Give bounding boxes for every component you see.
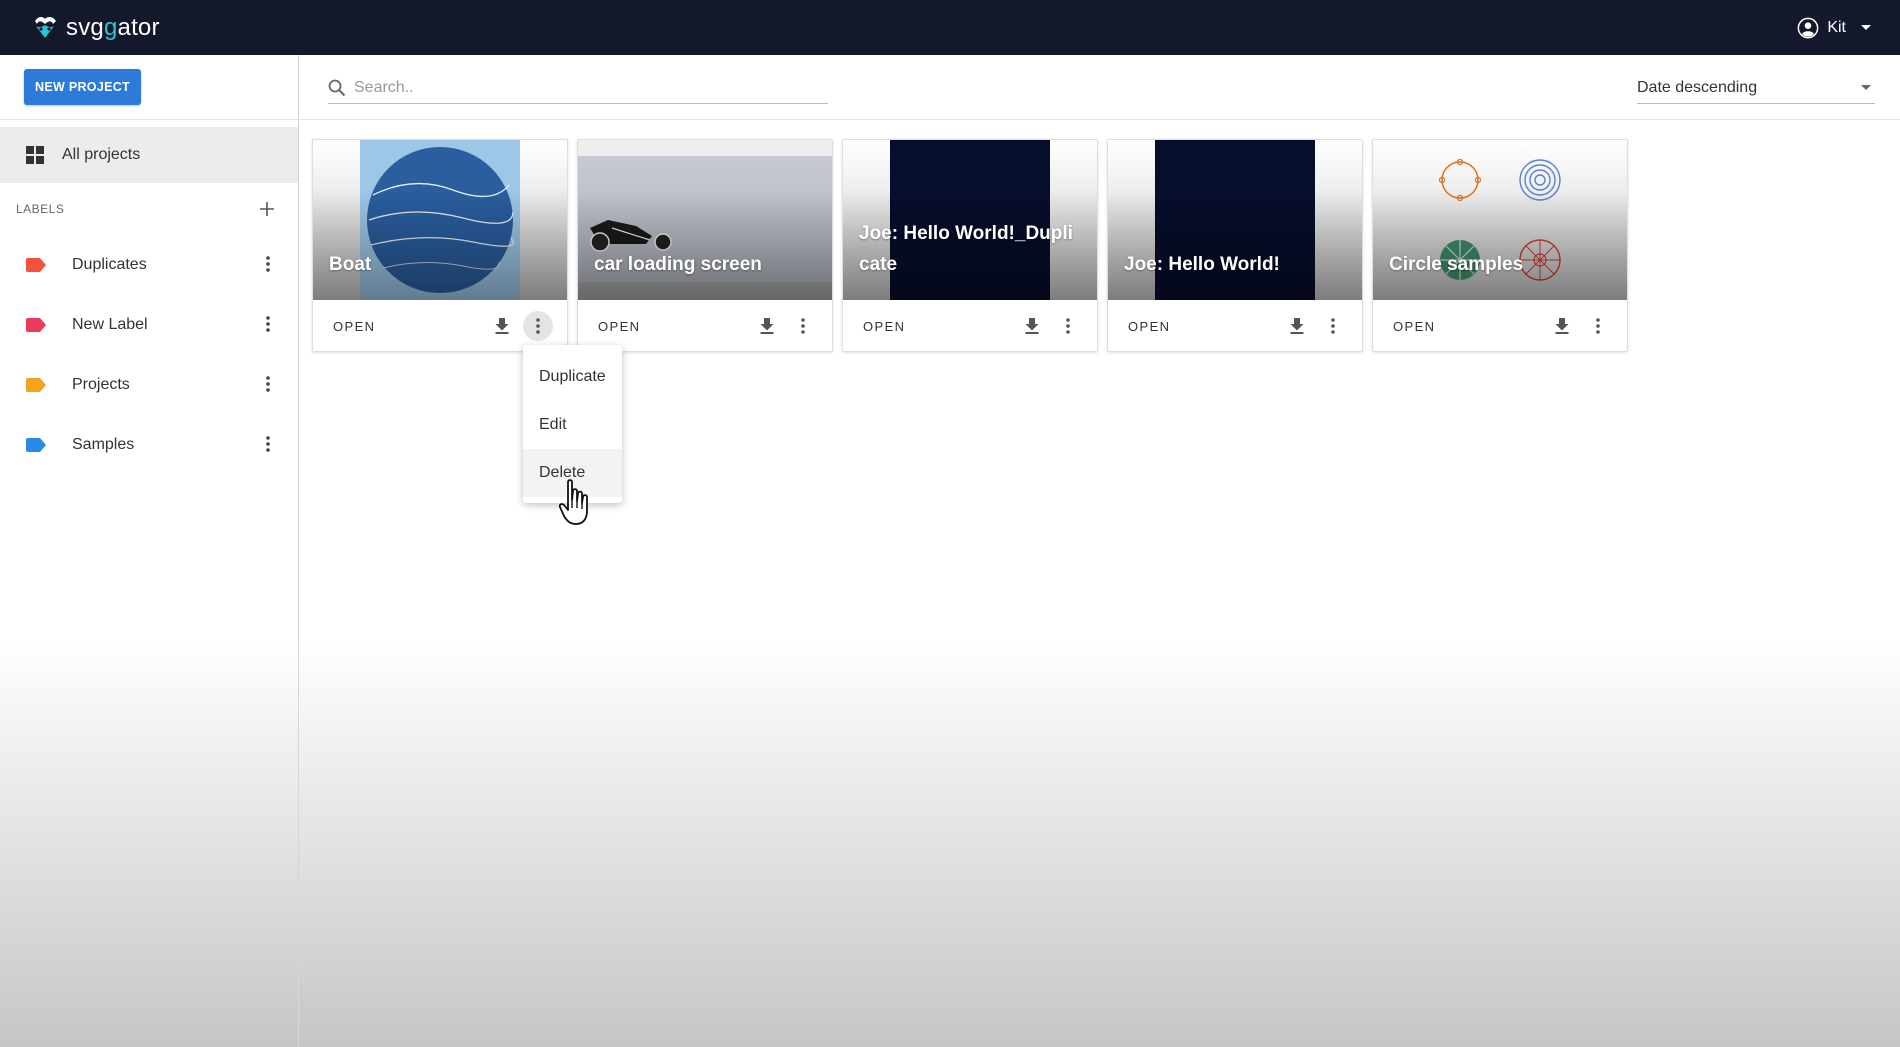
download-button[interactable] (1547, 311, 1577, 341)
sidebar-item-label: All projects (62, 146, 141, 163)
hand-pointer-icon (558, 479, 588, 525)
more-options-button[interactable] (1053, 311, 1083, 341)
sidebar-label-samples[interactable]: Samples (0, 415, 298, 475)
caret-down-icon (1861, 84, 1871, 90)
more-vert-icon[interactable] (266, 316, 270, 332)
search-icon (328, 79, 346, 96)
account-circle-icon (1797, 17, 1819, 38)
download-icon (495, 318, 509, 334)
project-thumbnail[interactable]: Joe: Hello World!_Duplicate (843, 140, 1097, 300)
sidebar-header: NEW PROJECT (0, 55, 298, 120)
sidebar-label-new-label[interactable]: New Label (0, 295, 298, 355)
labels-section-header: LABELS (0, 183, 298, 235)
search-input[interactable] (354, 78, 814, 97)
download-button[interactable] (1282, 311, 1312, 341)
sidebar-label-text: Projects (72, 376, 130, 393)
label-tag-icon (26, 258, 46, 272)
project-title: Boat (329, 254, 372, 275)
more-options-button[interactable] (523, 311, 553, 341)
label-tag-icon (26, 318, 46, 332)
more-vert-icon[interactable] (266, 436, 270, 452)
card-actions: OPEN (1373, 300, 1627, 351)
project-thumbnail[interactable]: car loading screen (578, 140, 832, 300)
more-options-button[interactable] (1318, 311, 1348, 341)
sort-value: Date descending (1637, 78, 1758, 96)
project-thumbnail[interactable]: Joe: Hello World! (1108, 140, 1362, 300)
logo-text: svggator (66, 13, 160, 41)
more-options-button[interactable] (1583, 311, 1613, 341)
new-project-button[interactable]: NEW PROJECT (24, 69, 141, 105)
project-card-circle-samples[interactable]: Circle samples OPEN (1372, 139, 1628, 352)
sidebar-label-duplicates[interactable]: Duplicates (0, 235, 298, 295)
download-button[interactable] (752, 311, 782, 341)
svgator-logo[interactable]: svggator (30, 14, 160, 42)
open-button[interactable]: OPEN (333, 319, 375, 334)
projects-grid: Boat OPEN car loading screen OPEN Joe: H… (312, 139, 1628, 352)
open-button[interactable]: OPEN (863, 319, 905, 334)
download-icon (760, 318, 774, 334)
open-button[interactable]: OPEN (1393, 319, 1435, 334)
project-thumbnail[interactable]: Boat (313, 140, 567, 300)
more-vert-icon (801, 318, 805, 334)
more-vert-icon (1066, 318, 1070, 334)
menu-item-duplicate[interactable]: Duplicate (523, 353, 622, 401)
more-vert-icon[interactable] (266, 376, 270, 392)
more-vert-icon (1596, 318, 1600, 334)
projects-toolbar: Date descending (300, 55, 1900, 120)
open-button[interactable]: OPEN (598, 319, 640, 334)
download-icon (1025, 318, 1039, 334)
add-label-button[interactable] (260, 197, 274, 221)
sidebar-item-all-projects[interactable]: All projects (0, 127, 298, 183)
more-vert-icon[interactable] (266, 256, 270, 272)
project-title: car loading screen (594, 254, 762, 275)
project-card-car-loading-screen[interactable]: car loading screen OPEN (577, 139, 833, 352)
download-icon (1555, 318, 1569, 334)
more-vert-icon (1331, 318, 1335, 334)
open-button[interactable]: OPEN (1128, 319, 1170, 334)
user-menu[interactable]: Kit (1797, 17, 1872, 39)
project-title: Circle samples (1389, 254, 1524, 275)
card-actions: OPEN (843, 300, 1097, 351)
sidebar-label-text: New Label (72, 316, 148, 333)
grid-icon (26, 146, 44, 164)
label-tag-icon (26, 378, 46, 392)
sidebar-label-projects[interactable]: Projects (0, 355, 298, 415)
project-title: Joe: Hello World! (1124, 254, 1280, 275)
sort-select[interactable]: Date descending (1637, 72, 1875, 104)
download-button[interactable] (487, 311, 517, 341)
sidebar-label-text: Duplicates (72, 256, 147, 273)
label-tag-icon (26, 438, 46, 452)
user-name: Kit (1827, 18, 1846, 36)
plus-icon (260, 202, 274, 216)
project-card-boat[interactable]: Boat OPEN (312, 139, 568, 352)
project-card-joe-hello-world-duplicate[interactable]: Joe: Hello World!_Duplicate OPEN (842, 139, 1098, 352)
menu-item-edit[interactable]: Edit (523, 401, 622, 449)
card-actions: OPEN (1108, 300, 1362, 351)
download-button[interactable] (1017, 311, 1047, 341)
sidebar: NEW PROJECT All projects LABELS Duplicat… (0, 55, 299, 1047)
project-title: Joe: Hello World!_Duplicate (859, 223, 1073, 275)
top-bar: svggator Kit (0, 0, 1900, 55)
project-thumbnail[interactable]: Circle samples (1373, 140, 1627, 300)
search-box (328, 72, 828, 104)
caret-down-icon (1861, 24, 1871, 30)
project-card-joe-hello-world[interactable]: Joe: Hello World! OPEN (1107, 139, 1363, 352)
sidebar-label-text: Samples (72, 436, 135, 453)
labels-heading: LABELS (16, 202, 65, 216)
download-icon (1290, 318, 1304, 334)
svgator-logo-icon (35, 16, 56, 38)
more-vert-icon (536, 318, 540, 334)
more-options-button[interactable] (788, 311, 818, 341)
